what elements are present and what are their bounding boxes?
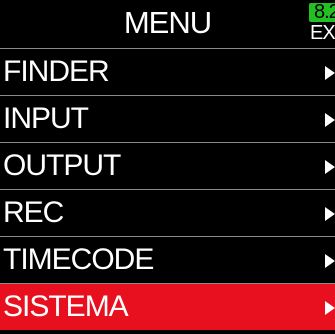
device-screen: MENU 8.2 EXT FINDER INPUT OUTPUT REC TIM… <box>0 0 335 334</box>
power-source-label: EXT <box>310 22 335 44</box>
menu-item-output[interactable]: OUTPUT <box>0 142 335 189</box>
chevron-right-icon <box>325 113 335 127</box>
menu-item-label: INPUT <box>3 102 89 135</box>
menu-item-rec[interactable]: REC <box>0 189 335 236</box>
chevron-right-icon <box>325 301 335 315</box>
menu-item-label: REC <box>3 196 64 229</box>
chevron-right-icon <box>325 254 335 268</box>
menu-list: FINDER INPUT OUTPUT REC TIMECODE SISTEMA <box>0 48 335 330</box>
battery-level: 8.2 <box>314 1 335 23</box>
chevron-right-icon <box>325 207 335 221</box>
menu-item-input[interactable]: INPUT <box>0 95 335 142</box>
menu-item-label: FINDER <box>3 55 110 88</box>
menu-item-finder[interactable]: FINDER <box>0 48 335 95</box>
chevron-right-icon <box>325 160 335 174</box>
page-title: MENU <box>123 5 212 40</box>
menu-item-sistema[interactable]: SISTEMA <box>0 283 335 330</box>
menu-item-label: SISTEMA <box>3 290 129 323</box>
menu-item-timecode[interactable]: TIMECODE <box>0 236 335 283</box>
menu-item-label: OUTPUT <box>3 149 121 182</box>
menu-header: MENU 8.2 EXT <box>0 0 335 46</box>
chevron-right-icon <box>325 66 335 80</box>
menu-item-label: TIMECODE <box>3 243 154 276</box>
